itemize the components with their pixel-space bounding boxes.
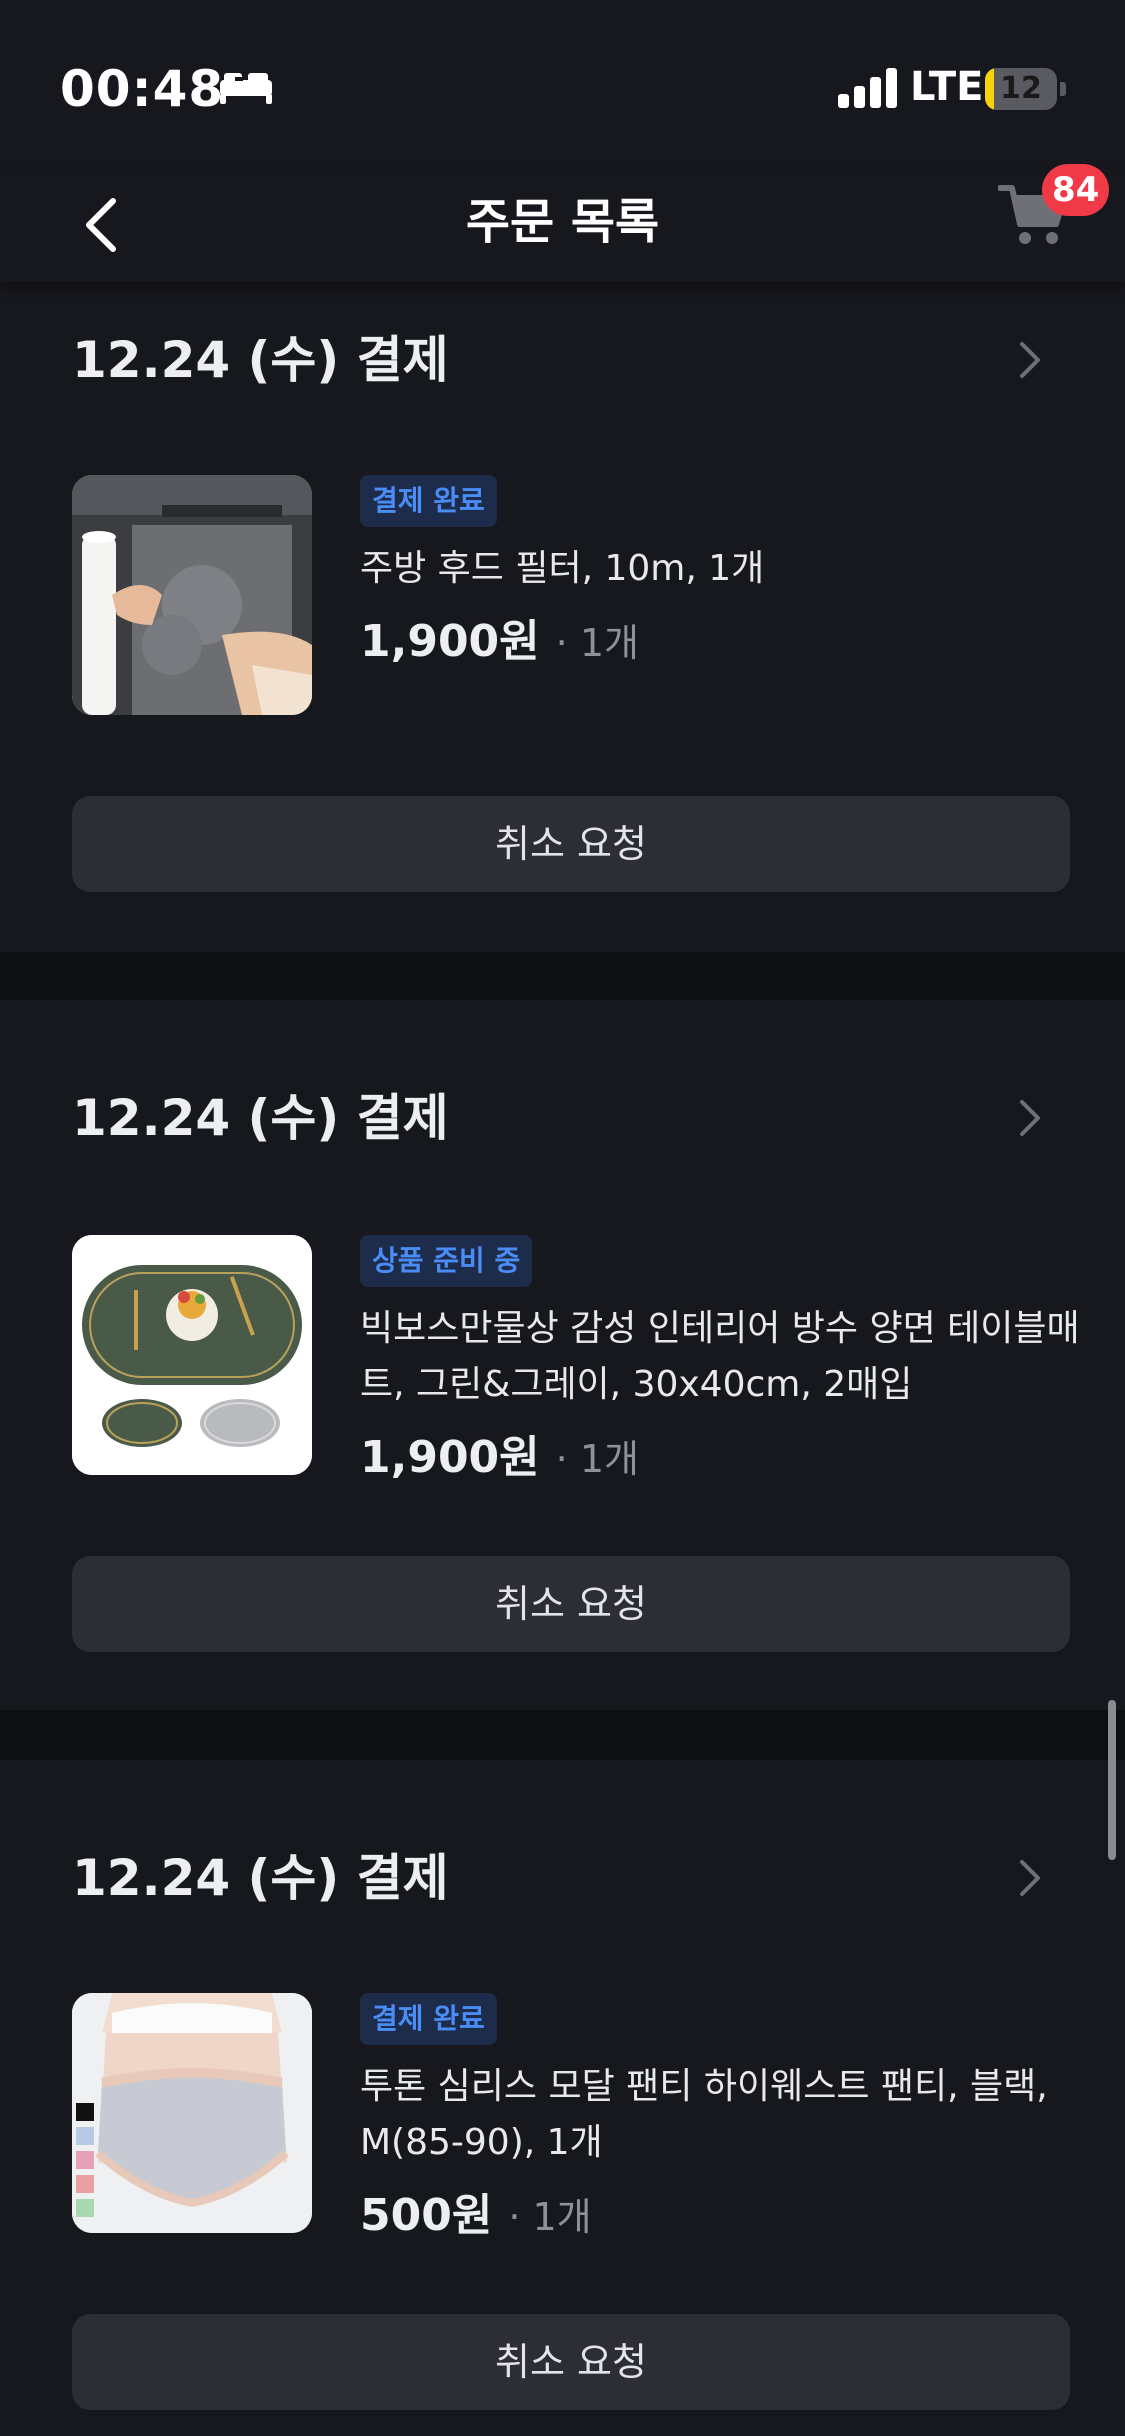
order-card: 12.24 (수) 결제 [0,282,1125,952]
order-product[interactable]: 상품 준비 중 빅보스만물상 감성 인테리어 방수 양면 테이블매트, 그린&그… [72,1235,1080,1483]
network-type: LTE [910,64,984,110]
product-quantity: · 1개 [555,1437,639,1481]
status-time: 00:48 [60,60,225,118]
order-card: 12.24 (수) 결제 [0,1000,1125,1710]
product-price: 1,900원 [360,1432,540,1483]
cart-button[interactable]: 84 [990,164,1110,270]
chevron-right-icon [1020,1860,1040,1896]
product-name: 투톤 심리스 모달 팬티 하이웨스트 팬티, 블랙, M(85-90), 1개 [360,2066,1048,2163]
cancel-request-button[interactable]: 취소 요청 [72,2314,1070,2410]
battery-icon: 12 [985,68,1066,110]
cancel-request-button[interactable]: 취소 요청 [72,796,1070,892]
price-row: 500원 · 1개 [360,2179,1120,2243]
order-header[interactable]: 12.24 (수) 결제 [72,1818,1052,1938]
product-image [72,1993,312,2233]
order-product[interactable]: 결제 완료 투톤 심리스 모달 팬티 하이웨스트 팬티, 블랙, M(85-90… [72,1993,1052,2241]
order-header[interactable]: 12.24 (수) 결제 [72,1058,1052,1178]
status-badge: 결제 완료 [360,475,497,527]
price-row: 1,900원 · 1개 [360,605,1120,669]
bed-icon [220,73,272,104]
page-title: 주문 목록 [465,194,660,250]
product-image [72,1235,312,1475]
product-quantity: · 1개 [508,2195,592,2239]
cancel-request-button[interactable]: 취소 요청 [72,1556,1070,1652]
chevron-right-icon [1020,1100,1040,1136]
product-price: 1,900원 [360,616,540,667]
nav-bar: 주문 목록 84 [0,164,1125,282]
order-list-screen: 00:48 LTE 12 주문 목록 84 12.24 (수) 결제 결제 완료… [0,0,1125,2436]
price-row: 1,900원 · 1개 [360,1421,1120,1485]
product-image [72,475,312,715]
battery-level: 12 [1000,71,1042,106]
product-price: 500원 [360,2190,493,2241]
status-badge: 상품 준비 중 [360,1235,533,1287]
order-date: 12.24 (수) 결제 [72,1849,449,1907]
product-info: 결제 완료 투톤 심리스 모달 팬티 하이웨스트 팬티, 블랙, M(85-90… [360,1993,1120,2243]
order-header[interactable]: 12.24 (수) 결제 [72,300,1052,420]
product-name: 빅보스만물상 감성 인테리어 방수 양면 테이블매트, 그린&그레이, 30x4… [360,1308,1080,1405]
product-quantity: · 1개 [555,621,639,665]
order-date: 12.24 (수) 결제 [72,331,449,389]
product-info: 결제 완료 주방 후드 필터, 10m, 1개 1,900원 · 1개 [360,475,1120,669]
status-badge: 결제 완료 [360,1993,497,2045]
chevron-right-icon [1020,342,1040,378]
order-date: 12.24 (수) 결제 [72,1089,449,1147]
order-product[interactable]: 결제 완료 주방 후드 필터, 10m, 1개 1,900원 · 1개 [72,475,1052,715]
product-info: 상품 준비 중 빅보스만물상 감성 인테리어 방수 양면 테이블매트, 그린&그… [360,1235,1120,1485]
signal-icon [838,68,897,108]
product-name: 주방 후드 필터, 10m, 1개 [360,548,765,589]
order-card: 12.24 (수) 결제 [0,1760,1125,2436]
cart-count-badge: 84 [1042,164,1110,216]
status-bar: 00:48 LTE 12 [0,0,1125,170]
scrollbar[interactable] [1108,1700,1116,1860]
